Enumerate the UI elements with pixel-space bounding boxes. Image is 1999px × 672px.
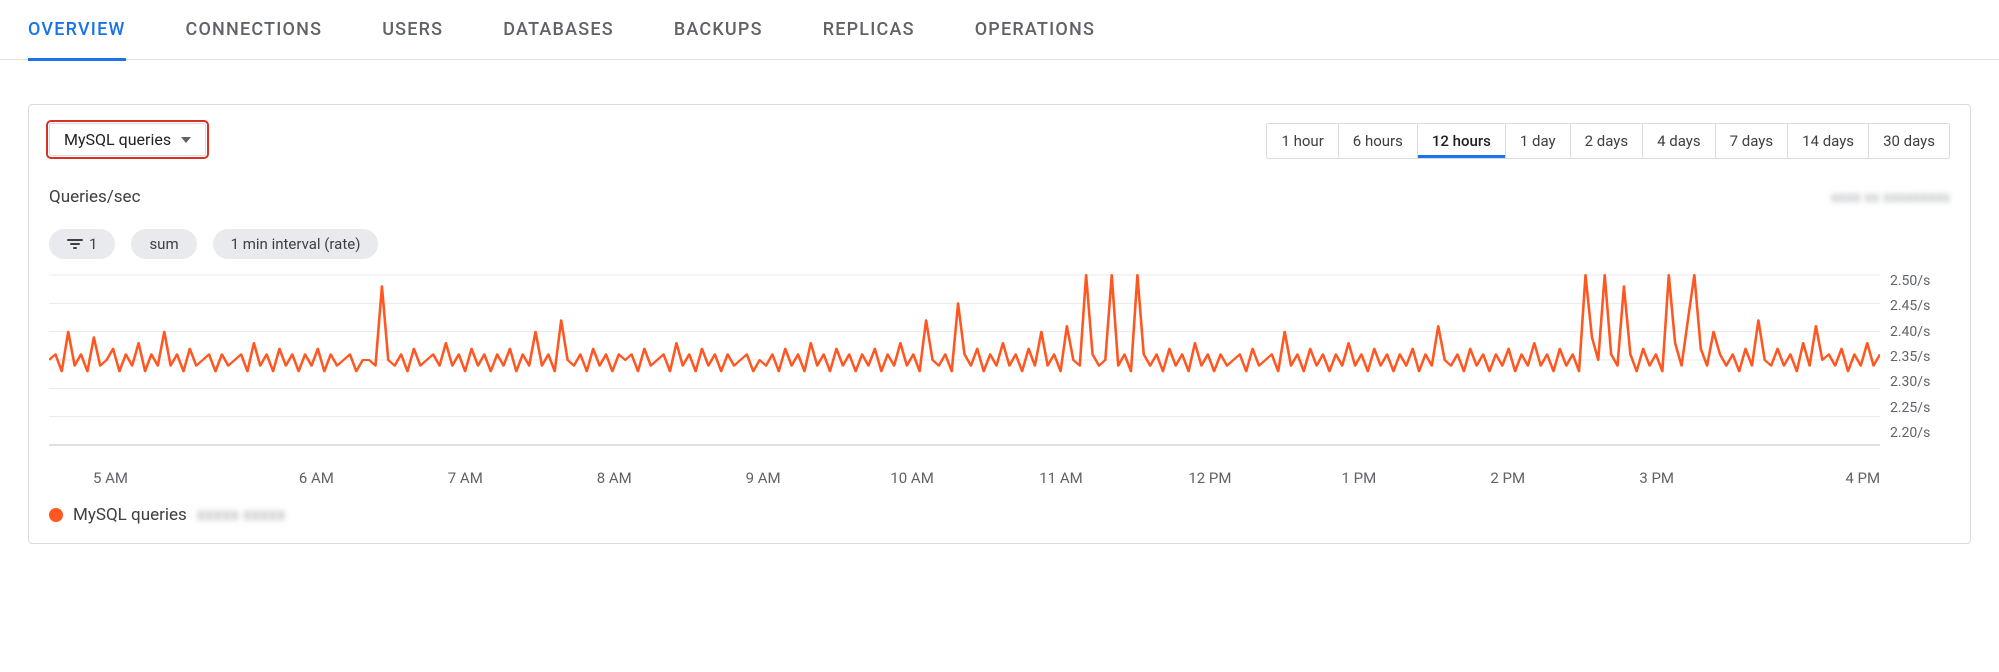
tab-operations[interactable]: OPERATIONS <box>975 0 1095 60</box>
range-6-hours[interactable]: 6 hours <box>1338 124 1417 158</box>
metric-dropdown[interactable]: MySQL queries <box>49 123 206 156</box>
interval-chip[interactable]: 1 min interval (rate) <box>213 229 379 259</box>
filter-icon <box>67 239 83 249</box>
x-tick: 12 PM <box>1135 469 1284 487</box>
x-tick: 6 AM <box>242 469 391 487</box>
y-tick: 2.25/s <box>1890 400 1950 416</box>
tab-connections[interactable]: CONNECTIONS <box>186 0 323 60</box>
y-tick: 2.35/s <box>1890 349 1950 365</box>
range-1-hour[interactable]: 1 hour <box>1267 124 1337 158</box>
filter-chip[interactable]: 1 <box>49 229 115 259</box>
x-tick: 9 AM <box>689 469 838 487</box>
tab-replicas[interactable]: REPLICAS <box>823 0 915 60</box>
x-tick: 11 AM <box>987 469 1136 487</box>
range-1-day[interactable]: 1 day <box>1505 124 1570 158</box>
chart-y-ticks: 2.50/s 2.45/s 2.40/s 2.35/s 2.30/s 2.25/s 2.20… <box>1880 269 1950 469</box>
y-tick: 2.20/s <box>1890 425 1950 441</box>
range-7-days[interactable]: 7 days <box>1715 124 1788 158</box>
chart-legend: MySQL queries xxxxx xxxxx <box>49 505 1950 525</box>
chip-row: 1 sum 1 min interval (rate) <box>49 229 1950 259</box>
y-tick: 2.30/s <box>1890 374 1950 390</box>
chart-instance-label: xxxx xx xxxxxxxxx <box>1831 188 1950 206</box>
chart-card: MySQL queries 1 hour 6 hours 12 hours 1 … <box>28 104 1971 544</box>
legend-instance-blur: xxxxx xxxxx <box>197 505 286 525</box>
x-tick: 7 AM <box>391 469 540 487</box>
x-tick: 10 AM <box>838 469 987 487</box>
x-tick: 1 PM <box>1284 469 1433 487</box>
chart-area: 2.50/s 2.45/s 2.40/s 2.35/s 2.30/s 2.25/s 2.20… <box>49 269 1950 469</box>
tab-backups[interactable]: BACKUPS <box>674 0 763 60</box>
tab-overview[interactable]: OVERVIEW <box>28 0 126 60</box>
y-tick: 2.40/s <box>1890 324 1950 340</box>
x-tick: 2 PM <box>1433 469 1582 487</box>
aggregation-chip[interactable]: sum <box>131 229 196 259</box>
range-14-days[interactable]: 14 days <box>1787 124 1868 158</box>
time-range-group: 1 hour 6 hours 12 hours 1 day 2 days 4 d… <box>1266 123 1950 159</box>
chevron-down-icon <box>181 137 191 143</box>
chart-y-axis-label: Queries/sec <box>49 187 140 207</box>
y-tick: 2.50/s <box>1890 273 1950 289</box>
y-tick: 2.45/s <box>1890 298 1950 314</box>
range-12-hours[interactable]: 12 hours <box>1417 124 1505 158</box>
x-tick: 3 PM <box>1582 469 1731 487</box>
tab-bar: OVERVIEW CONNECTIONS USERS DATABASES BAC… <box>0 0 1999 60</box>
range-30-days[interactable]: 30 days <box>1868 124 1949 158</box>
chart-svg[interactable] <box>49 269 1880 469</box>
metric-dropdown-label: MySQL queries <box>64 130 171 149</box>
tab-databases[interactable]: DATABASES <box>503 0 614 60</box>
tab-users[interactable]: USERS <box>382 0 443 60</box>
x-tick: 4 PM <box>1731 469 1880 487</box>
x-tick: 8 AM <box>540 469 689 487</box>
legend-swatch-icon <box>49 508 63 522</box>
x-tick: 5 AM <box>49 469 242 487</box>
range-2-days[interactable]: 2 days <box>1570 124 1643 158</box>
filter-chip-count: 1 <box>89 235 97 253</box>
chart-x-ticks: 5 AM6 AM7 AM8 AM9 AM10 AM11 AM12 PM1 PM2… <box>49 469 1950 487</box>
legend-series-name: MySQL queries <box>73 505 187 525</box>
range-4-days[interactable]: 4 days <box>1642 124 1715 158</box>
